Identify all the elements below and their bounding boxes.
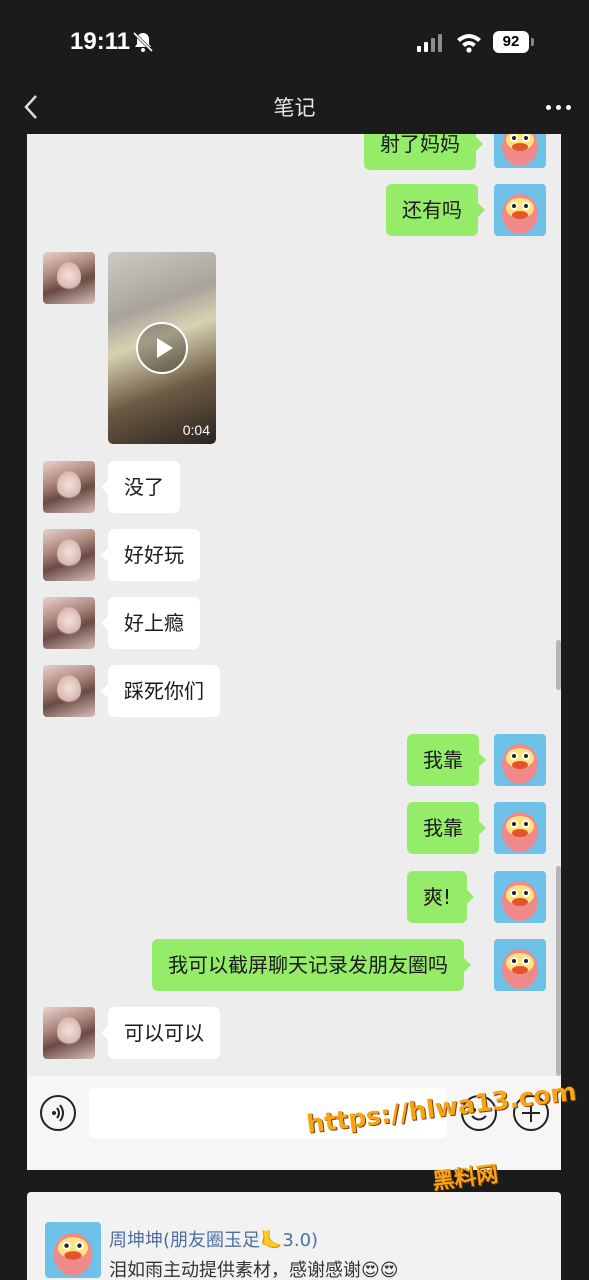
- message-outgoing: 我靠: [407, 802, 486, 854]
- silent-bell-icon: [132, 31, 154, 53]
- status-time: 19:11: [70, 28, 131, 55]
- message-outgoing: 爽!: [407, 871, 475, 923]
- message-outgoing: 射了妈妈: [364, 134, 483, 170]
- bird-avatar: [494, 134, 546, 168]
- screen: 19:11 92 笔记 射了妈妈 还有吗 0:04 没了 好好玩 好上瘾 踩死你…: [0, 0, 589, 1280]
- comment-author[interactable]: 周坤坤(朋友圈玉足🦶3.0): [109, 1226, 318, 1252]
- bird-avatar: [494, 184, 546, 236]
- scrollbar-thumb[interactable]: [556, 640, 561, 690]
- girl-avatar: [43, 665, 95, 717]
- bird-avatar: [494, 802, 546, 854]
- comment-text: 泪如雨主动提供素材，感谢感谢😍😍: [109, 1260, 399, 1280]
- message-outgoing: 我靠: [407, 734, 486, 786]
- bird-avatar: [494, 871, 546, 923]
- message-incoming: 没了: [101, 461, 180, 513]
- wifi-icon: [457, 34, 481, 53]
- chat-screenshot: 射了妈妈 还有吗 0:04 没了 好好玩 好上瘾 踩死你们 我靠 我靠 爽! 我…: [27, 134, 561, 1170]
- bird-avatar: [494, 734, 546, 786]
- battery-level: 92: [493, 31, 529, 53]
- message-incoming: 好好玩: [101, 529, 200, 581]
- girl-avatar: [43, 529, 95, 581]
- more-options-icon[interactable]: [541, 92, 575, 122]
- message-outgoing: 还有吗: [386, 184, 485, 236]
- play-icon[interactable]: [136, 322, 188, 374]
- cell-signal-icon: [417, 34, 442, 52]
- bird-avatar: [494, 939, 546, 991]
- girl-avatar: [43, 1007, 95, 1059]
- status-bar: 19:11 92: [0, 0, 589, 80]
- girl-avatar: [43, 252, 95, 304]
- comment-card: 周坤坤(朋友圈玉足🦶3.0) 泪如雨主动提供素材，感谢感谢😍😍: [27, 1192, 561, 1280]
- voice-icon[interactable]: [40, 1095, 76, 1131]
- bird-avatar: [45, 1222, 101, 1278]
- message-incoming: 好上瘾: [101, 597, 200, 649]
- battery-tip: [531, 38, 534, 46]
- video-message[interactable]: 0:04: [108, 252, 216, 444]
- scrollbar-thumb-lower[interactable]: [556, 866, 561, 1076]
- video-duration: 0:04: [182, 422, 210, 438]
- girl-avatar: [43, 597, 95, 649]
- watermark-site: 黑料网: [431, 1162, 500, 1195]
- message-incoming: 踩死你们: [101, 665, 220, 717]
- nav-bar: 笔记: [0, 80, 589, 134]
- message-outgoing: 我可以截屏聊天记录发朋友圈吗: [152, 939, 471, 991]
- message-incoming: 可以可以: [101, 1007, 220, 1059]
- girl-avatar: [43, 461, 95, 513]
- page-title: 笔记: [273, 96, 316, 120]
